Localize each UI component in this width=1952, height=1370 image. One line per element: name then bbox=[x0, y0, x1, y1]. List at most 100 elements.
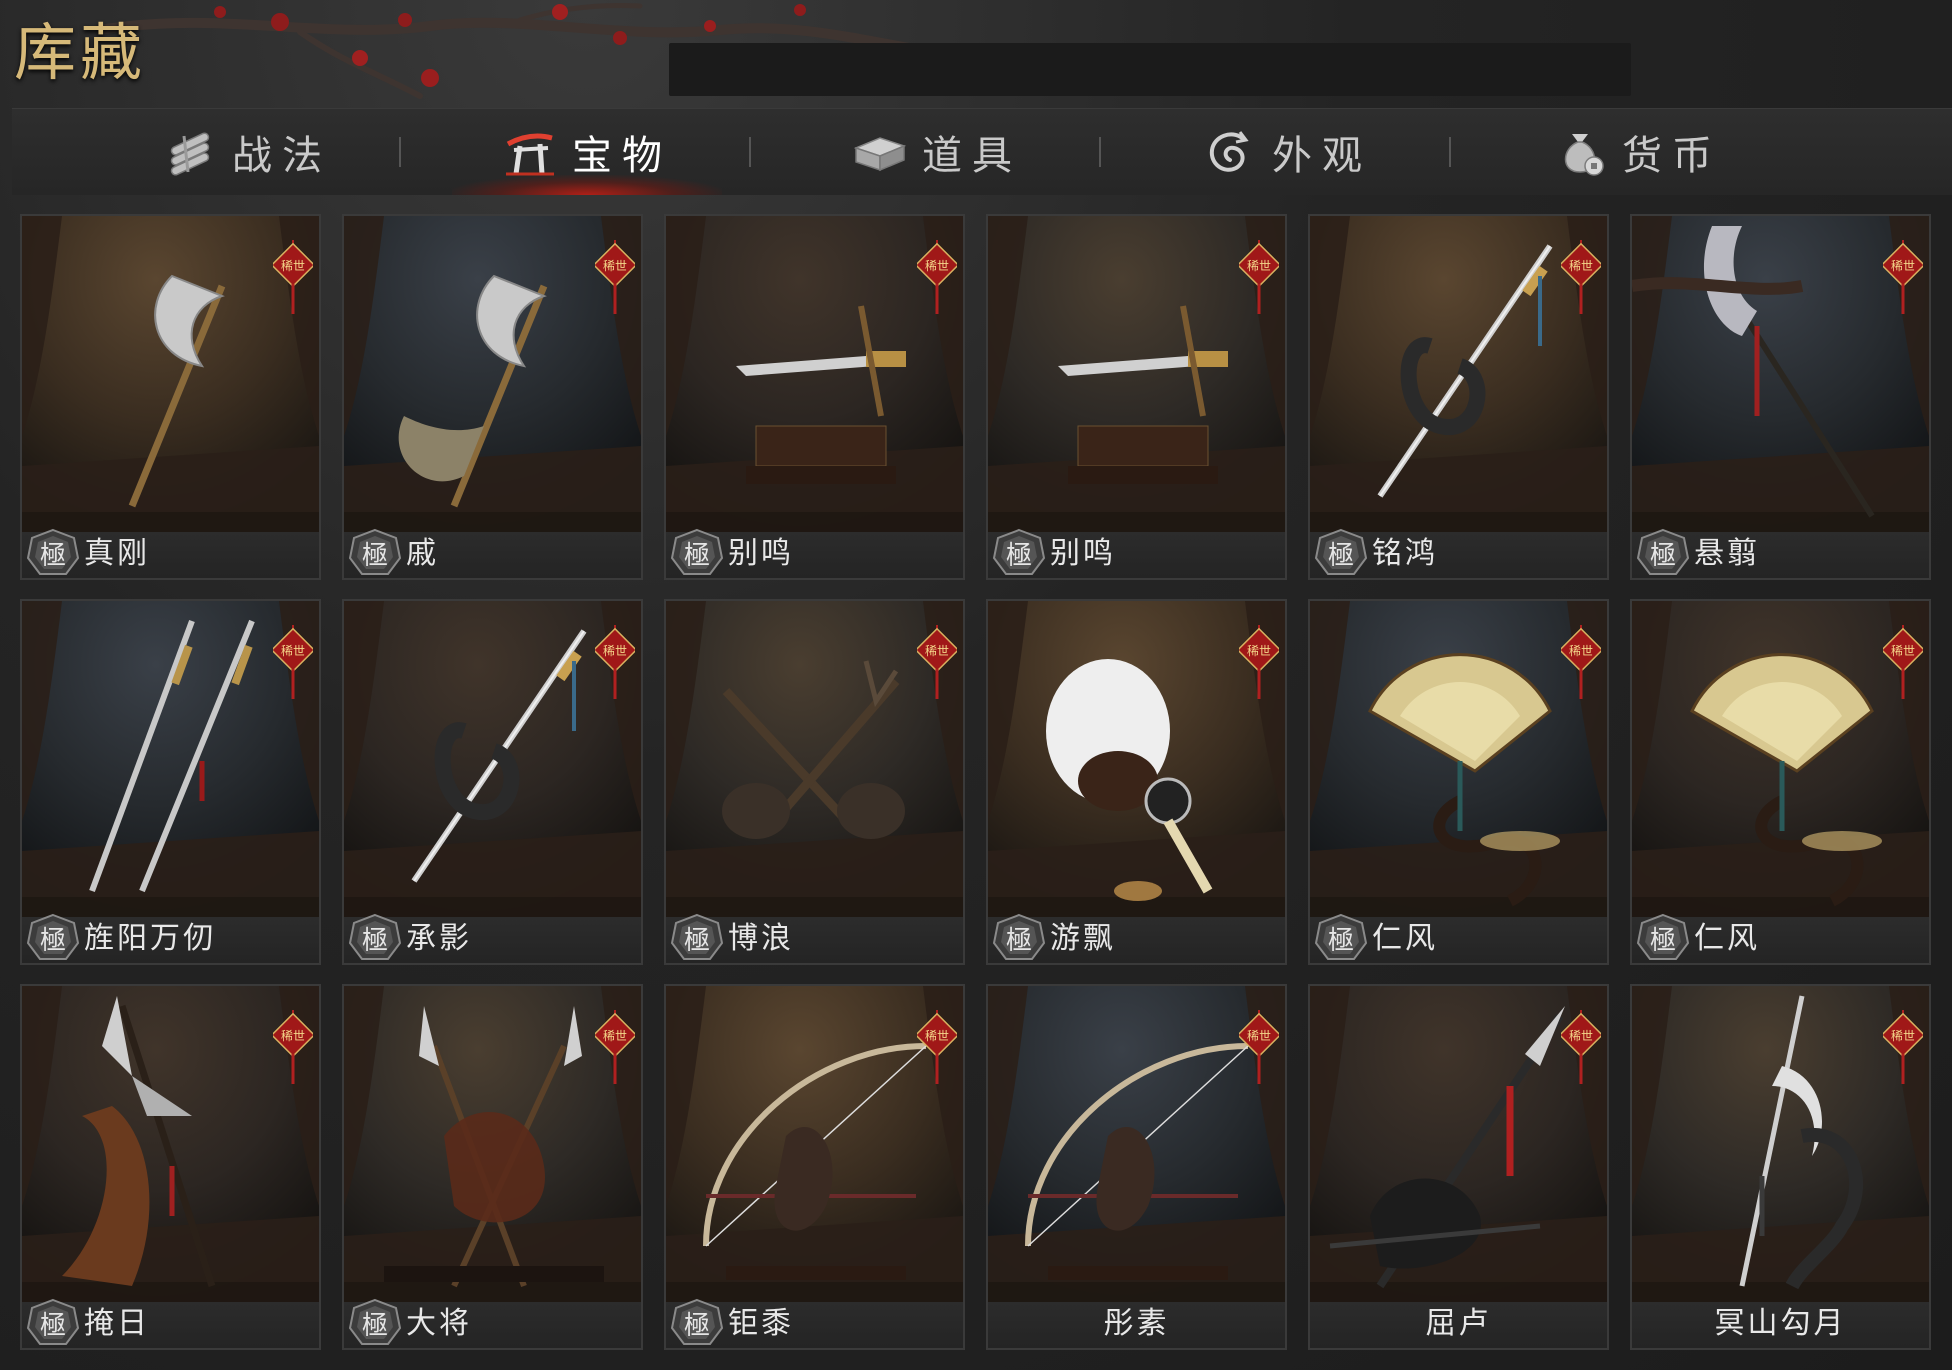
svg-text:稀世: 稀世 bbox=[1247, 644, 1271, 658]
treasure-card[interactable]: 稀世 極 仁风 bbox=[1630, 599, 1931, 965]
svg-text:稀世: 稀世 bbox=[603, 1029, 627, 1043]
treasure-card[interactable]: 稀世 極 铭鸿 bbox=[1308, 214, 1609, 580]
tier-badge-icon: 極 bbox=[348, 528, 402, 575]
svg-text:稀世: 稀世 bbox=[603, 644, 627, 658]
tab-divider bbox=[749, 137, 751, 167]
rarity-tag-icon: 稀世 bbox=[1561, 625, 1601, 699]
treasure-name: 游飘 bbox=[1050, 921, 1116, 956]
svg-text:稀世: 稀世 bbox=[925, 1029, 949, 1043]
treasure-card[interactable]: 稀世 極 旌阳万仞 bbox=[20, 599, 321, 965]
svg-text:極: 極 bbox=[1006, 926, 1032, 956]
category-tab-bar: 战法 宝物 道具 外观 货币 bbox=[12, 108, 1952, 195]
swirl-icon bbox=[1209, 131, 1249, 172]
tab-treasures[interactable]: 宝物 bbox=[412, 109, 762, 195]
rarity-tag-icon: 稀世 bbox=[917, 1010, 957, 1084]
svg-text:極: 極 bbox=[684, 1311, 710, 1341]
rarity-tag-icon: 稀世 bbox=[1561, 240, 1601, 314]
treasure-name: 博浪 bbox=[728, 921, 794, 956]
svg-text:極: 極 bbox=[40, 541, 66, 571]
tier-badge-icon: 極 bbox=[992, 528, 1046, 575]
treasure-card[interactable]: 稀世 極 悬翦 bbox=[1630, 214, 1931, 580]
treasure-card[interactable]: 稀世 極 真刚 bbox=[20, 214, 321, 580]
tier-badge-icon: 極 bbox=[992, 913, 1046, 960]
tab-label: 货币 bbox=[1622, 133, 1722, 179]
tab-items[interactable]: 道具 bbox=[762, 109, 1112, 195]
rarity-tag-icon: 稀世 bbox=[917, 240, 957, 314]
tab-divider bbox=[1449, 137, 1451, 167]
tab-label: 战法 bbox=[232, 133, 332, 179]
tier-badge-icon: 極 bbox=[1314, 913, 1368, 960]
treasure-card[interactable]: 稀世 極 别鸣 bbox=[986, 214, 1287, 580]
rarity-tag-icon: 稀世 bbox=[1239, 1010, 1279, 1084]
tab-label: 宝物 bbox=[572, 133, 672, 179]
rarity-tag-icon: 稀世 bbox=[1561, 1010, 1601, 1084]
svg-text:稀世: 稀世 bbox=[1247, 259, 1271, 273]
svg-text:稀世: 稀世 bbox=[1891, 1029, 1915, 1043]
svg-text:稀世: 稀世 bbox=[1569, 644, 1593, 658]
svg-text:極: 極 bbox=[362, 541, 388, 571]
treasure-name: 悬翦 bbox=[1694, 536, 1760, 571]
svg-text:極: 極 bbox=[1006, 541, 1032, 571]
treasure-card[interactable]: 稀世 極 戚 bbox=[342, 214, 643, 580]
svg-text:極: 極 bbox=[1328, 541, 1354, 571]
tab-appearance[interactable]: 外观 bbox=[1112, 109, 1462, 195]
treasure-name: 别鸣 bbox=[728, 536, 794, 571]
svg-text:極: 極 bbox=[684, 541, 710, 571]
tier-badge-icon: 極 bbox=[1314, 528, 1368, 575]
treasure-card[interactable]: 稀世 極 别鸣 bbox=[664, 214, 965, 580]
treasure-name: 承影 bbox=[406, 921, 472, 956]
treasure-grid: 稀世 極 真刚 稀世 極 戚 稀世 極 别鸣 稀世 極 别鸣 稀世 極 铭鸿 稀… bbox=[20, 214, 1932, 1350]
treasure-name: 屈卢 bbox=[1425, 1306, 1492, 1341]
treasure-card[interactable]: 稀世 屈卢 bbox=[1308, 984, 1609, 1350]
rarity-tag-icon: 稀世 bbox=[273, 1010, 313, 1084]
svg-text:極: 極 bbox=[1650, 926, 1676, 956]
tier-badge-icon: 極 bbox=[26, 913, 80, 960]
svg-text:極: 極 bbox=[1650, 541, 1676, 571]
svg-text:稀世: 稀世 bbox=[1569, 259, 1593, 273]
svg-text:稀世: 稀世 bbox=[925, 259, 949, 273]
tier-badge-icon: 極 bbox=[1636, 913, 1690, 960]
treasure-card[interactable]: 稀世 極 承影 bbox=[342, 599, 643, 965]
svg-text:稀世: 稀世 bbox=[281, 644, 305, 658]
treasure-name: 别鸣 bbox=[1050, 536, 1116, 571]
chest-icon bbox=[853, 137, 907, 172]
rarity-tag-icon: 稀世 bbox=[917, 625, 957, 699]
treasure-name: 仁风 bbox=[1694, 921, 1760, 956]
treasure-card[interactable]: 稀世 極 仁风 bbox=[1308, 599, 1609, 965]
tab-currency[interactable]: 货币 bbox=[1462, 109, 1812, 195]
rarity-tag-icon: 稀世 bbox=[595, 625, 635, 699]
tier-badge-icon: 極 bbox=[348, 913, 402, 960]
treasure-name: 彤素 bbox=[1103, 1306, 1170, 1341]
tier-badge-icon: 極 bbox=[1636, 528, 1690, 575]
svg-text:極: 極 bbox=[40, 926, 66, 956]
treasure-card[interactable]: 稀世 冥山勾月 bbox=[1630, 984, 1931, 1350]
treasure-card[interactable]: 稀世 極 博浪 bbox=[664, 599, 965, 965]
rarity-tag-icon: 稀世 bbox=[1883, 1010, 1923, 1084]
scroll-bundle-icon bbox=[170, 132, 210, 176]
svg-text:稀世: 稀世 bbox=[281, 259, 305, 273]
treasure-name: 旌阳万仞 bbox=[84, 921, 216, 956]
svg-text:極: 極 bbox=[1328, 926, 1354, 956]
treasure-card[interactable]: 稀世 彤素 bbox=[986, 984, 1287, 1350]
svg-text:極: 極 bbox=[362, 1311, 388, 1341]
treasure-card[interactable]: 稀世 極 钜黍 bbox=[664, 984, 965, 1350]
treasure-name: 钜黍 bbox=[728, 1306, 794, 1341]
treasure-name: 冥山勾月 bbox=[1714, 1306, 1847, 1341]
tier-badge-icon: 極 bbox=[26, 1298, 80, 1345]
rarity-tag-icon: 稀世 bbox=[273, 240, 313, 314]
treasury-screen: 库藏 战法 宝物 道具 外观 货币 稀世 極 真刚 稀世 極 戚 稀世 極 别鸣… bbox=[0, 0, 1952, 1370]
treasure-card[interactable]: 稀世 極 游飘 bbox=[986, 599, 1287, 965]
treasure-card[interactable]: 稀世 極 掩日 bbox=[20, 984, 321, 1350]
tab-label: 外观 bbox=[1272, 133, 1372, 179]
treasure-name: 仁风 bbox=[1372, 921, 1438, 956]
tab-tactics[interactable]: 战法 bbox=[72, 109, 422, 195]
rarity-tag-icon: 稀世 bbox=[273, 625, 313, 699]
svg-text:極: 極 bbox=[362, 926, 388, 956]
treasure-name: 铭鸿 bbox=[1372, 536, 1438, 571]
page-title: 库藏 bbox=[14, 16, 147, 89]
svg-text:稀世: 稀世 bbox=[1569, 1029, 1593, 1043]
rarity-tag-icon: 稀世 bbox=[595, 240, 635, 314]
treasure-card[interactable]: 稀世 極 大将 bbox=[342, 984, 643, 1350]
svg-text:稀世: 稀世 bbox=[1891, 259, 1915, 273]
svg-text:極: 極 bbox=[684, 926, 710, 956]
